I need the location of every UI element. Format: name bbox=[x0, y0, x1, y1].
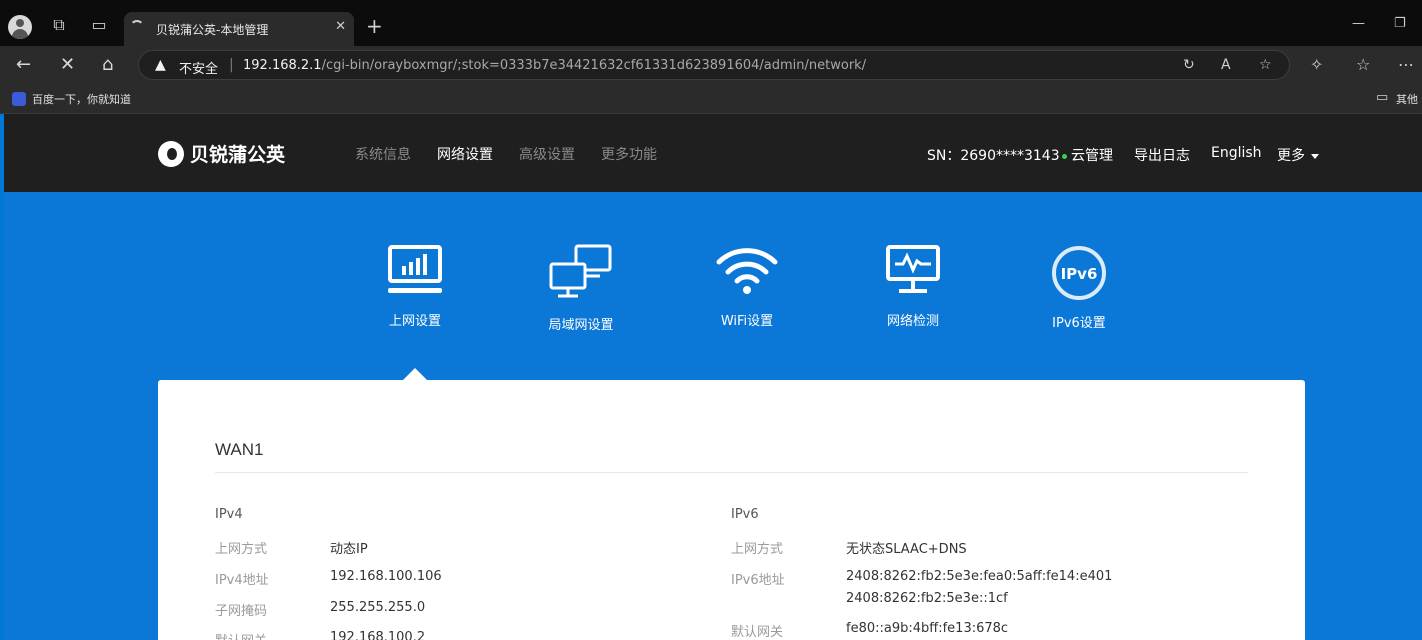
nav-network-settings[interactable]: 网络设置 bbox=[437, 144, 493, 164]
wan-title: WAN1 bbox=[215, 440, 264, 459]
bookmark-baidu[interactable]: 百度一下，你就知道 bbox=[32, 91, 131, 107]
ipv6-gateway-value: fe80::a9b:4bff:fe13:678c bbox=[846, 621, 1009, 636]
ipv6-gateway-label: 默认网关 bbox=[731, 625, 784, 640]
ipv4-address-value: 192.168.100.106 bbox=[330, 569, 442, 584]
active-tab[interactable]: 贝锐蒲公英-本地管理 ✕ bbox=[124, 12, 354, 46]
tab-actions-icon[interactable]: ▭ bbox=[88, 14, 110, 36]
minimize-icon[interactable]: — bbox=[1352, 16, 1365, 31]
monitor-chart-icon bbox=[388, 245, 442, 293]
ipv6-mode-label: 上网方式 bbox=[731, 542, 784, 557]
nav-more-features[interactable]: 更多功能 bbox=[601, 144, 657, 164]
feature-wifi-settings[interactable]: WiFi设置 bbox=[687, 244, 807, 329]
ipv4-gateway-label: 默认网关 bbox=[215, 630, 267, 640]
feature-internet-settings[interactable]: 上网设置 bbox=[355, 244, 475, 329]
back-icon[interactable]: ← bbox=[16, 54, 31, 75]
divider bbox=[215, 472, 1248, 473]
subnet-mask-value: 255.255.255.0 bbox=[330, 600, 426, 615]
status-dot bbox=[1062, 153, 1067, 159]
wan-status-card: WAN1 IPv4 上网方式 动态IP IPv4地址 192.168.100.1… bbox=[158, 380, 1305, 640]
logo-text: 贝锐蒲公英 bbox=[190, 144, 286, 166]
site-header: 贝锐蒲公英 系统信息 网络设置 高级设置 更多功能 SN：2690****314… bbox=[4, 114, 1422, 192]
warning-icon[interactable]: ▲ bbox=[155, 57, 166, 73]
new-tab-icon[interactable]: + bbox=[366, 14, 383, 38]
ipv4-address-label: IPv4地址 bbox=[215, 573, 269, 588]
loading-spinner-icon bbox=[130, 20, 144, 34]
menu-more-icon[interactable]: ⋯ bbox=[1398, 55, 1414, 74]
wifi-icon bbox=[716, 248, 778, 294]
cloud-management-label: 云管理 bbox=[1071, 148, 1113, 164]
url-host: 192.168.2.1 bbox=[243, 58, 322, 73]
feature-label: WiFi设置 bbox=[720, 314, 774, 329]
restore-icon[interactable]: ❐ bbox=[1394, 16, 1406, 31]
folder-icon[interactable]: ▭ bbox=[1376, 90, 1388, 105]
translate-icon[interactable]: ↻ bbox=[1183, 57, 1195, 73]
cloud-management-link[interactable]: 云管理 bbox=[1062, 145, 1113, 165]
feature-label: 网络检测 bbox=[886, 314, 939, 329]
active-feature-pointer bbox=[403, 368, 427, 380]
workspaces-icon[interactable]: ⧉ bbox=[48, 14, 70, 36]
url-text[interactable]: 192.168.2.1/cgi-bin/orayboxmgr/;stok=033… bbox=[243, 58, 866, 73]
feature-lan-settings[interactable]: 局域网设置 bbox=[521, 244, 641, 333]
ipv6-address-value: 2408:8262:fb2:5e3e:fea0:5aff:fe14:e401 bbox=[846, 569, 1113, 584]
ipv6-address-label: IPv6地址 bbox=[731, 573, 785, 588]
lan-computers-icon bbox=[549, 244, 612, 298]
feature-label: 上网设置 bbox=[388, 314, 441, 329]
favorites-icon[interactable]: ☆ bbox=[1356, 55, 1370, 74]
monitor-pulse-icon bbox=[886, 245, 940, 293]
ipv6-address-value-2: 2408:8262:fb2:5e3e::1cf bbox=[846, 591, 1008, 606]
close-tab-icon[interactable]: ✕ bbox=[335, 19, 346, 34]
url-field[interactable]: ▲ 不安全 | 192.168.2.1/cgi-bin/orayboxmgr/;… bbox=[138, 50, 1290, 80]
more-dropdown[interactable]: 更多 bbox=[1277, 145, 1319, 165]
more-label: 更多 bbox=[1277, 148, 1305, 164]
read-aloud-icon[interactable]: A bbox=[1221, 57, 1231, 73]
site-logo[interactable]: 贝锐蒲公英 bbox=[158, 140, 285, 167]
serial-number: SN：2690****3143 bbox=[927, 148, 1060, 164]
tab-title: 贝锐蒲公英-本地管理 bbox=[156, 23, 269, 37]
ipv6-badge-text: IPv6 bbox=[1061, 265, 1098, 283]
favorite-star-icon[interactable]: ☆ bbox=[1259, 57, 1272, 73]
home-icon[interactable]: ⌂ bbox=[102, 54, 113, 75]
language-link[interactable]: English bbox=[1211, 145, 1262, 161]
logo-mark-icon bbox=[158, 140, 184, 167]
browser-tab-bar: ⧉ ▭ 贝锐蒲公英-本地管理 ✕ + — ❐ bbox=[0, 0, 1422, 46]
ipv6-heading: IPv6 bbox=[731, 507, 759, 522]
nav-system-info[interactable]: 系统信息 bbox=[355, 144, 411, 164]
extensions-icon[interactable]: ✧ bbox=[1310, 55, 1323, 74]
stop-loading-icon[interactable]: ✕ bbox=[60, 54, 75, 75]
ipv4-mode-label: 上网方式 bbox=[215, 542, 268, 557]
ipv6-badge-icon: IPv6 bbox=[1052, 246, 1106, 300]
export-log-link[interactable]: 导出日志 bbox=[1134, 145, 1190, 165]
feature-label: IPv6设置 bbox=[1052, 316, 1106, 331]
nav-advanced-settings[interactable]: 高级设置 bbox=[519, 144, 575, 164]
ipv6-mode-value: 无状态SLAAC+DNS bbox=[846, 542, 967, 557]
other-bookmarks[interactable]: 其他 bbox=[1396, 91, 1418, 107]
feature-ipv6-settings[interactable]: IPv6 IPv6设置 bbox=[1019, 244, 1139, 331]
feature-label: 局域网设置 bbox=[548, 318, 614, 333]
ipv4-heading: IPv4 bbox=[215, 507, 243, 522]
baidu-favicon-icon[interactable] bbox=[12, 92, 26, 106]
ipv4-gateway-value: 192.168.100.2 bbox=[330, 630, 426, 640]
feature-network-diagnosis[interactable]: 网络检测 bbox=[853, 244, 973, 329]
caret-down-icon bbox=[1311, 153, 1319, 159]
ipv4-mode-value: 动态IP bbox=[330, 542, 368, 557]
profile-avatar-icon[interactable] bbox=[8, 15, 32, 39]
bookmarks-bar: 百度一下，你就知道 ▭ 其他 bbox=[0, 84, 1422, 114]
url-path: /cgi-bin/orayboxmgr/;stok=0333b7e3442163… bbox=[321, 58, 867, 73]
security-label[interactable]: 不安全 bbox=[179, 58, 218, 77]
address-toolbar: ← ✕ ⌂ ▲ 不安全 | 192.168.2.1/cgi-bin/oraybo… bbox=[0, 46, 1422, 84]
subnet-mask-label: 子网掩码 bbox=[215, 604, 268, 619]
url-separator: | bbox=[229, 57, 234, 73]
